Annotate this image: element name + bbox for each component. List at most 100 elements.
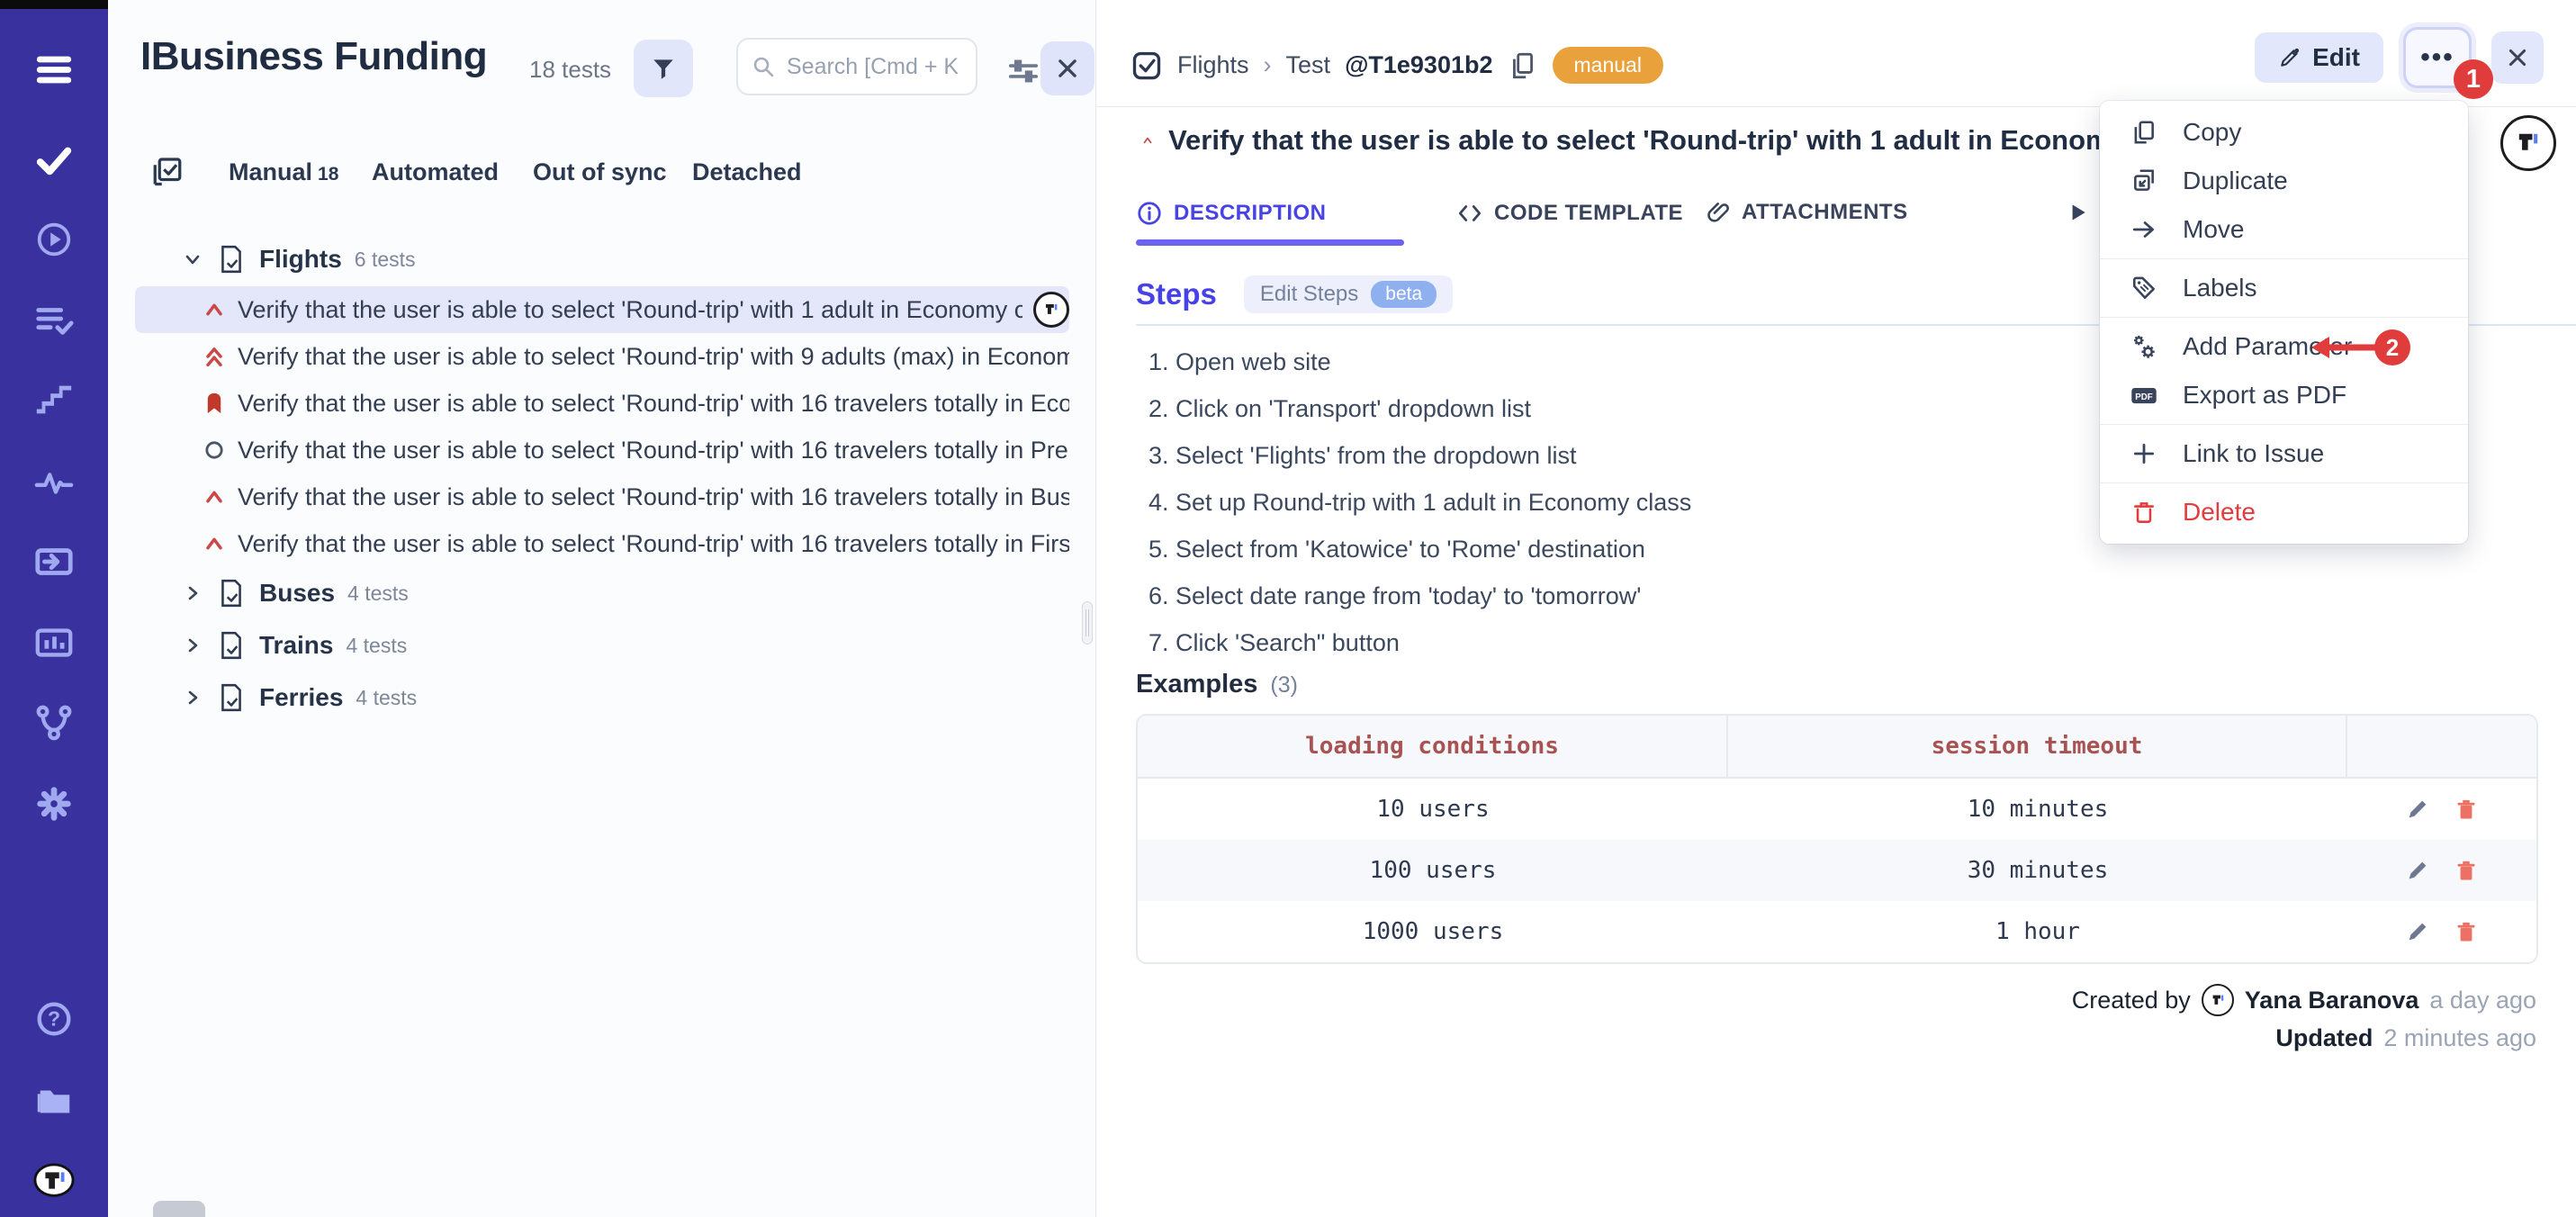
tab-automated[interactable]: Automated bbox=[372, 158, 499, 186]
paperclip-icon bbox=[1706, 200, 1731, 225]
close-detail-button[interactable] bbox=[2491, 32, 2544, 84]
cell-session-timeout: 30 minutes bbox=[1728, 840, 2347, 901]
folder-count: 4 tests bbox=[356, 686, 417, 710]
breadcrumb: Flights › Test @T1e9301b2 manual bbox=[1130, 47, 1663, 84]
filter-settings-sliders-icon[interactable] bbox=[1006, 54, 1040, 88]
updated-label: Updated bbox=[2275, 1024, 2373, 1052]
priority-critical-icon bbox=[202, 391, 227, 416]
horizontal-scrollbar-thumb[interactable] bbox=[153, 1201, 205, 1217]
edit-row-button[interactable] bbox=[2402, 794, 2433, 825]
steps-header: Steps Edit Steps beta bbox=[1136, 275, 1453, 313]
tests-check-icon[interactable] bbox=[31, 137, 77, 184]
menu-item-export-pdf[interactable]: PDF Export as PDF bbox=[2100, 371, 2468, 419]
plus-icon bbox=[2129, 438, 2159, 469]
examples-heading: Examples bbox=[1136, 670, 1257, 699]
tab-manual[interactable]: Manual18 bbox=[229, 158, 338, 186]
menu-item-duplicate[interactable]: Duplicate bbox=[2100, 157, 2468, 205]
projects-folder-icon[interactable] bbox=[31, 1077, 77, 1123]
filter-button[interactable] bbox=[634, 40, 693, 97]
examples-header: Examples (3) bbox=[1136, 670, 1298, 699]
test-row[interactable]: Verify that the user is able to select '… bbox=[135, 333, 1069, 380]
tab-description[interactable]: DESCRIPTION bbox=[1136, 200, 1327, 227]
tests-tree: Flights 6 tests Verify that the user is … bbox=[108, 236, 1095, 724]
step-item: Set up Round-trip with 1 adult in Econom… bbox=[1175, 479, 1691, 526]
tests-panel-tabs: Manual18 Automated Out of sync Detached bbox=[108, 151, 1095, 202]
project-title: IBusiness Funding bbox=[140, 34, 487, 79]
breadcrumb-folder[interactable]: Flights bbox=[1177, 51, 1249, 79]
priority-highest-icon bbox=[202, 344, 227, 369]
test-row[interactable]: Verify that the user is able to select '… bbox=[135, 427, 1069, 473]
panel-resize-handle[interactable] bbox=[1082, 601, 1093, 645]
move-arrow-icon bbox=[2129, 214, 2159, 245]
copy-id-icon[interactable] bbox=[1508, 50, 1538, 81]
cell-loading-conditions: 10 users bbox=[1138, 779, 1728, 840]
tab-code-template[interactable]: CODE TEMPLATE bbox=[1456, 200, 1683, 227]
step-item: Select 'Flights' from the dropdown list bbox=[1175, 432, 1691, 479]
help-circle-icon[interactable]: ? bbox=[31, 996, 77, 1042]
test-row[interactable]: Verify that the user is able to select '… bbox=[135, 473, 1069, 520]
test-row[interactable]: Verify that the user is able to select '… bbox=[135, 520, 1069, 567]
milestones-stairs-icon[interactable] bbox=[31, 376, 77, 423]
folder-row-flights[interactable]: Flights 6 tests bbox=[108, 236, 1095, 283]
hamburger-menu-icon[interactable] bbox=[31, 47, 77, 94]
test-row[interactable]: Verify that the user is able to select '… bbox=[135, 380, 1069, 427]
folder-count: 4 tests bbox=[346, 634, 407, 658]
pencil-icon bbox=[2405, 797, 2430, 822]
menu-item-copy[interactable]: Copy bbox=[2100, 108, 2468, 157]
menu-item-delete[interactable]: Delete bbox=[2100, 488, 2468, 536]
folder-row-buses[interactable]: Buses 4 tests bbox=[108, 567, 1095, 619]
pencil-icon bbox=[2405, 858, 2430, 883]
analytics-bar-chart-icon[interactable] bbox=[31, 619, 77, 666]
pulse-activity-icon[interactable] bbox=[31, 458, 77, 505]
folder-row-trains[interactable]: Trains 4 tests bbox=[108, 619, 1095, 672]
settings-gear-icon[interactable] bbox=[31, 780, 77, 827]
column-header-actions bbox=[2347, 716, 2536, 777]
assignee-avatar bbox=[1033, 292, 1069, 328]
creator-name: Yana Baranova bbox=[2245, 987, 2419, 1014]
test-title: Verify that the user is able to select '… bbox=[238, 483, 1069, 511]
test-row[interactable]: Verify that the user is able to select '… bbox=[135, 286, 1069, 333]
step-item: Click 'Search" button bbox=[1175, 619, 1691, 666]
plans-list-check-icon[interactable] bbox=[31, 297, 77, 344]
edit-button[interactable]: Edit bbox=[2255, 32, 2383, 83]
beta-badge: beta bbox=[1371, 281, 1437, 308]
tab-attachments[interactable]: ATTACHMENTS bbox=[1706, 200, 1908, 225]
menu-item-labels[interactable]: Labels bbox=[2100, 264, 2468, 312]
menu-item-label: Link to Issue bbox=[2183, 439, 2324, 468]
pencil-icon bbox=[2405, 919, 2430, 944]
pdf-icon: PDF bbox=[2129, 380, 2159, 410]
menu-item-label: Duplicate bbox=[2183, 167, 2288, 195]
tab-out-of-sync[interactable]: Out of sync bbox=[533, 158, 667, 186]
menu-item-move[interactable]: Move bbox=[2100, 205, 2468, 254]
chevron-right-icon bbox=[182, 687, 203, 708]
search-input[interactable] bbox=[787, 54, 958, 80]
tab-detached[interactable]: Detached bbox=[692, 158, 802, 186]
bulk-select-icon[interactable] bbox=[149, 155, 185, 191]
import-box-icon[interactable] bbox=[31, 538, 77, 585]
copy-icon bbox=[2129, 117, 2159, 148]
delete-row-button[interactable] bbox=[2451, 794, 2481, 825]
edit-steps-button[interactable]: Edit Steps beta bbox=[1244, 275, 1453, 313]
duplicate-icon bbox=[2129, 166, 2159, 196]
menu-item-link-to-issue[interactable]: Link to Issue bbox=[2100, 429, 2468, 478]
cell-loading-conditions: 1000 users bbox=[1138, 901, 1728, 962]
delete-row-button[interactable] bbox=[2451, 916, 2481, 947]
examples-count: (3) bbox=[1270, 672, 1298, 699]
edit-row-button[interactable] bbox=[2402, 916, 2433, 947]
project-tests-count: 18 tests bbox=[529, 56, 611, 84]
close-icon bbox=[1055, 56, 1080, 81]
collapse-panel-button[interactable] bbox=[1040, 41, 1094, 95]
runs-play-circle-icon[interactable] bbox=[31, 216, 77, 263]
search-box bbox=[736, 38, 977, 95]
app-root: ? IBusiness Funding 18 tests Manual18 Au… bbox=[0, 0, 2576, 1217]
app-logo[interactable] bbox=[31, 1157, 77, 1203]
steps-list: Open web site Click on 'Transport' dropd… bbox=[1143, 338, 1691, 666]
edit-row-button[interactable] bbox=[2402, 855, 2433, 886]
folder-row-ferries[interactable]: Ferries 4 tests bbox=[108, 672, 1095, 724]
delete-row-button[interactable] bbox=[2451, 855, 2481, 886]
breadcrumb-check-icon bbox=[1130, 50, 1163, 82]
search-icon bbox=[751, 54, 776, 79]
test-title: Verify that the user is able to select '… bbox=[238, 530, 1069, 558]
menu-item-add-parameter[interactable]: Add Parameter bbox=[2100, 322, 2468, 371]
git-branch-icon[interactable] bbox=[31, 699, 77, 746]
